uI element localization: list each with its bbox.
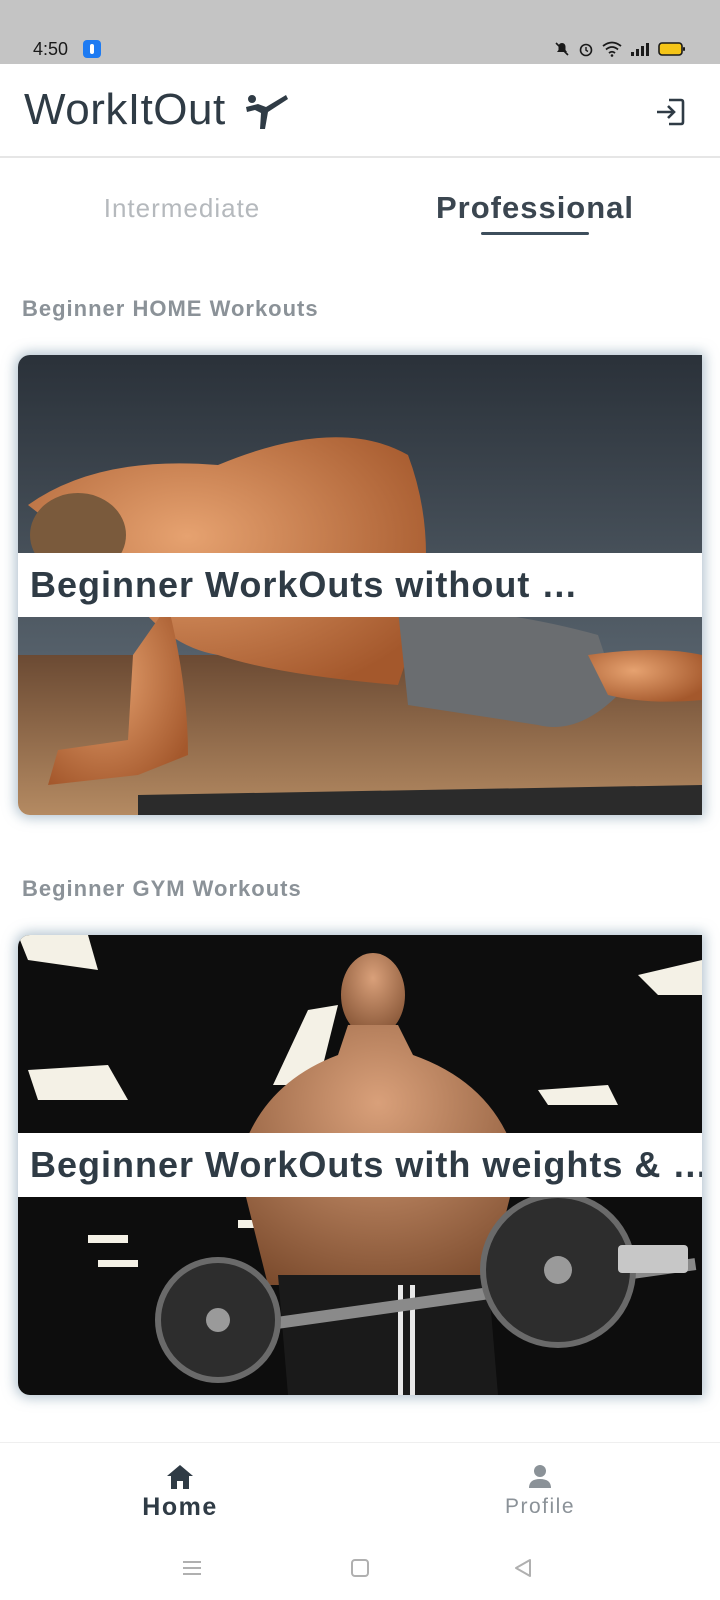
- app-title: WorkItOut: [24, 85, 226, 134]
- notification-icon: [83, 40, 101, 58]
- workout-card-home[interactable]: Beginner WorkOuts without …: [18, 355, 702, 815]
- martial-arts-kick-icon: [246, 95, 288, 129]
- tab-indicator: [481, 232, 589, 235]
- alarm-icon: [579, 43, 593, 57]
- mute-icon: [555, 42, 569, 56]
- nav-home-label: Home: [142, 1493, 218, 1521]
- back-icon[interactable]: [513, 1558, 533, 1578]
- status-bar: 4:50: [0, 0, 720, 64]
- card-title-home: Beginner WorkOuts without …: [18, 553, 702, 617]
- signal-icon: [631, 43, 649, 56]
- login-icon: [657, 98, 685, 126]
- login-button[interactable]: [650, 92, 690, 132]
- tab-intermediate[interactable]: Intermediate: [80, 186, 284, 230]
- card-title-gym: Beginner WorkOuts with weights & …: [18, 1133, 702, 1197]
- nav-profile[interactable]: Profile: [440, 1463, 640, 1539]
- menu-icon[interactable]: [181, 1558, 203, 1578]
- tab-professional[interactable]: Professional: [420, 186, 650, 230]
- nav-profile-label: Profile: [504, 1495, 576, 1518]
- bottom-nav: Home Profile: [0, 1442, 720, 1542]
- section-title-gym: Beginner GYM Workouts: [22, 876, 302, 901]
- status-icons: [554, 39, 686, 59]
- person-icon: [529, 1465, 551, 1488]
- section-title-home: Beginner HOME Workouts: [22, 296, 319, 321]
- wifi-icon: [602, 41, 622, 57]
- workout-card-gym[interactable]: Beginner WorkOuts with weights & …: [18, 935, 702, 1395]
- nav-home[interactable]: Home: [80, 1463, 280, 1539]
- battery-icon: [658, 42, 685, 56]
- home-square-icon[interactable]: [350, 1558, 370, 1578]
- app-bar: WorkItOut: [0, 64, 720, 158]
- system-nav: [0, 1542, 720, 1600]
- home-icon: [167, 1465, 193, 1489]
- status-time: 4:50: [33, 39, 69, 59]
